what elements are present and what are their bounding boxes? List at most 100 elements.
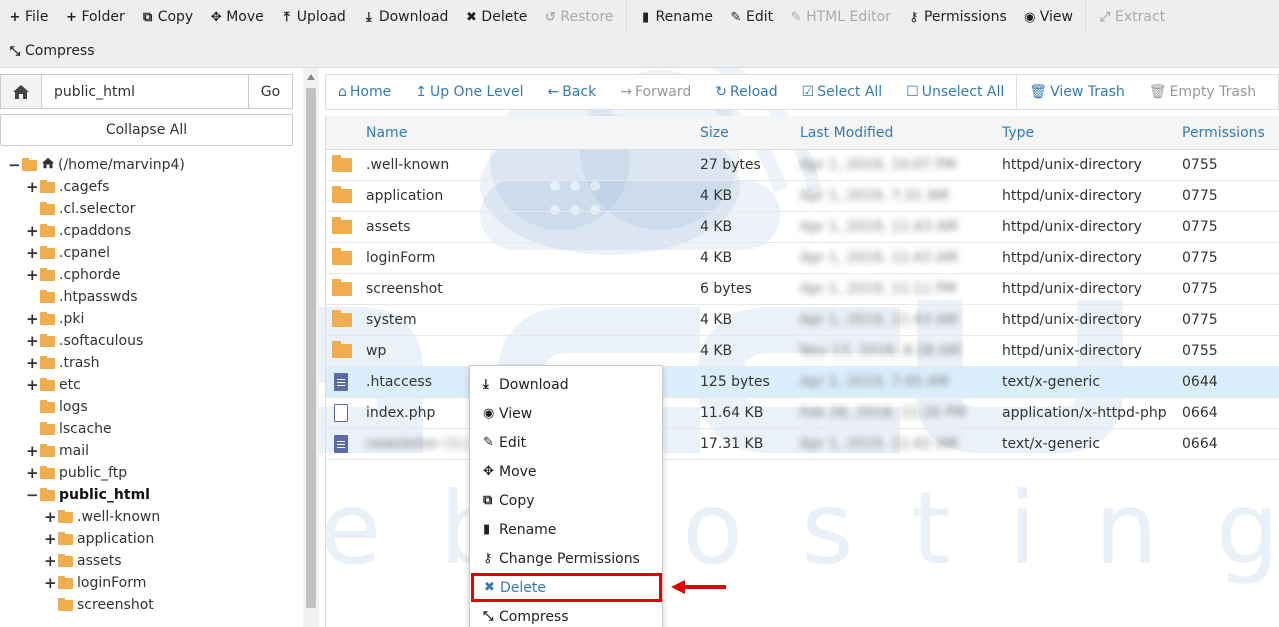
tree-item-well-known[interactable]: + .well-known [44, 506, 160, 528]
view-icon: ◉ [483, 406, 495, 421]
toolbar-restore-button[interactable]: ↺ Restore [535, 0, 621, 34]
table-row[interactable]: application 4 KB Apr 1, 2019, 7:31 AM httpd… [326, 181, 1279, 212]
folder-icon [22, 157, 37, 171]
expand-icon[interactable]: + [26, 178, 39, 196]
toolbar-upload-button[interactable]: ⤒ Upload [272, 0, 354, 34]
toolbar-folder-button[interactable]: + Folder [56, 0, 132, 34]
toolbar-permissions-button[interactable]: ⚷ Permissions [899, 0, 1015, 34]
tree-item-lscache[interactable]: lscache [26, 418, 112, 440]
expand-icon[interactable]: + [26, 310, 39, 328]
context-menu-view[interactable]: ◉ View [470, 399, 662, 428]
expand-icon[interactable]: + [44, 552, 57, 570]
context-menu-change-permissions[interactable]: ⚷ Change Permissions [470, 544, 662, 573]
nav-back-button[interactable]: ← Back [535, 84, 608, 100]
cell-name: index.php [366, 405, 436, 421]
context-menu-delete[interactable]: ✖ Delete [471, 573, 662, 602]
context-menu-download[interactable]: ⤓ Download [470, 370, 662, 399]
nav-select-all-button[interactable]: ☑ Select All [790, 84, 895, 100]
toolbar-move-button[interactable]: ✥ Move [201, 0, 272, 34]
reload-icon: ↻ [715, 84, 727, 100]
nav-forward-button[interactable]: → Forward [608, 84, 703, 100]
go-button[interactable]: Go [248, 75, 292, 108]
expand-icon[interactable]: + [26, 464, 39, 482]
expand-icon[interactable]: + [44, 508, 57, 526]
table-row[interactable]: loginForm 4 KB Apr 1, 2019, 11:43 AM httpd/… [326, 243, 1279, 274]
column-header-permissions[interactable]: Permissions [1182, 125, 1265, 141]
context-menu-label: Copy [499, 492, 535, 509]
toolbar-html-editor-button[interactable]: ✎ HTML Editor [781, 0, 899, 34]
cell-type: text/x-generic [1002, 374, 1101, 390]
folder-icon [332, 279, 352, 296]
tree-item-etc[interactable]: + etc [26, 374, 81, 396]
toolbar-compress-button[interactable]: ⤡ Compress [0, 34, 103, 68]
nav-home-button[interactable]: ⌂ Home [326, 84, 403, 100]
tree-item-logs[interactable]: logs [26, 396, 88, 418]
nav-view-trash-button[interactable]: 🗑 View Trash [1017, 84, 1136, 100]
expand-icon[interactable]: + [44, 530, 57, 548]
copy-icon: ⧉ [143, 9, 153, 25]
toolbar-delete-button[interactable]: ✖ Delete [456, 0, 535, 34]
column-header-size[interactable]: Size [700, 125, 729, 141]
expand-icon[interactable]: + [26, 244, 39, 262]
expand-icon[interactable]: + [26, 376, 39, 394]
toolbar-button-label: Copy [157, 9, 194, 25]
toolbar-edit-button[interactable]: ✎ Edit [721, 0, 781, 34]
path-input[interactable] [42, 75, 248, 108]
expand-icon[interactable]: + [26, 442, 39, 460]
tree-item-assets[interactable]: + assets [44, 550, 122, 572]
tree-item-loginform[interactable]: + loginForm [44, 572, 146, 594]
tree-item-public-ftp[interactable]: + public_ftp [26, 462, 127, 484]
toolbar-view-button[interactable]: ◉ View [1015, 0, 1081, 34]
tree-scrollbar[interactable] [303, 68, 319, 627]
collapse-all-button[interactable]: Collapse All [0, 114, 293, 146]
nav-unselect-all-button[interactable]: ☐ Unselect All [894, 84, 1016, 100]
toolbar-copy-button[interactable]: ⧉ Copy [133, 0, 202, 34]
tree-item-cpanel[interactable]: + .cpanel [26, 242, 110, 264]
tree-item-pki[interactable]: + .pki [26, 308, 84, 330]
toolbar-rename-button[interactable]: ▮ Rename [631, 0, 721, 34]
table-row[interactable]: system 4 KB Apr 1, 2019, 11:43 AM httpd/uni… [326, 305, 1279, 336]
move-icon: ✥ [483, 464, 494, 479]
column-header-type[interactable]: Type [1002, 125, 1034, 141]
expand-icon[interactable]: + [44, 574, 57, 592]
collapse-icon[interactable]: − [8, 156, 21, 174]
nav-empty-trash-button[interactable]: 🗑 Empty Trash [1137, 84, 1268, 100]
context-menu-compress[interactable]: ⤡ Compress [470, 602, 662, 627]
toolbar-file-button[interactable]: + File [0, 0, 56, 34]
tree-item-cpaddons[interactable]: + .cpaddons [26, 220, 131, 242]
collapse-icon[interactable]: − [26, 486, 39, 504]
context-menu-edit[interactable]: ✎ Edit [470, 428, 662, 457]
tree-item-application[interactable]: + application [44, 528, 154, 550]
nav-reload-button[interactable]: ↻ Reload [703, 84, 789, 100]
table-row[interactable]: wp 4 KB Nov 13, 2018, 8:38 AM httpd/unix-di… [326, 336, 1279, 367]
home-directory-button[interactable] [1, 75, 42, 108]
tree-item-mail[interactable]: + mail [26, 440, 89, 462]
tree-item-htpasswds[interactable]: .htpasswds [26, 286, 138, 308]
expand-icon[interactable]: + [26, 266, 39, 284]
tree-item-cagefs[interactable]: + .cagefs [26, 176, 109, 198]
tree-item-screenshot[interactable]: screenshot [44, 594, 154, 616]
tree-item-cphorde[interactable]: + .cphorde [26, 264, 120, 286]
tree-item-public-html[interactable]: − public_html [26, 484, 150, 506]
toolbar-extract-button[interactable]: ⤢ Extract [1090, 0, 1173, 34]
expand-icon[interactable]: + [26, 332, 39, 350]
tree-item-home-marvinp4[interactable]: − (/home/marvinp4) [8, 154, 185, 176]
nav-up-one-level-button[interactable]: ↥ Up One Level [403, 84, 535, 100]
expand-icon[interactable]: + [26, 354, 39, 372]
table-row[interactable]: screenshot 6 bytes Apr 1, 2019, 11:11 PM ht… [326, 274, 1279, 305]
column-header-last-modified[interactable]: Last Modified [800, 125, 893, 141]
scroll-up-icon[interactable] [307, 74, 315, 80]
scrollbar-thumb[interactable] [306, 88, 316, 608]
context-menu-move[interactable]: ✥ Move [470, 457, 662, 486]
table-row[interactable]: .well-known 27 bytes Apr 1, 2019, 10:07 PM… [326, 150, 1279, 181]
context-menu-copy[interactable]: ⧉ Copy [470, 486, 662, 515]
toolbar-download-button[interactable]: ⤓ Download [354, 0, 457, 34]
tree-item-trash[interactable]: + .trash [26, 352, 99, 374]
column-header-name[interactable]: Name [366, 125, 407, 141]
table-row[interactable]: assets 4 KB Apr 1, 2019, 11:43 AM httpd/uni… [326, 212, 1279, 243]
tree-item-cl-selector[interactable]: .cl.selector [26, 198, 135, 220]
cell-name: wp [366, 343, 387, 359]
expand-icon[interactable]: + [26, 222, 39, 240]
tree-item-softaculous[interactable]: + .softaculous [26, 330, 143, 352]
context-menu-rename[interactable]: ▮ Rename [470, 515, 662, 544]
